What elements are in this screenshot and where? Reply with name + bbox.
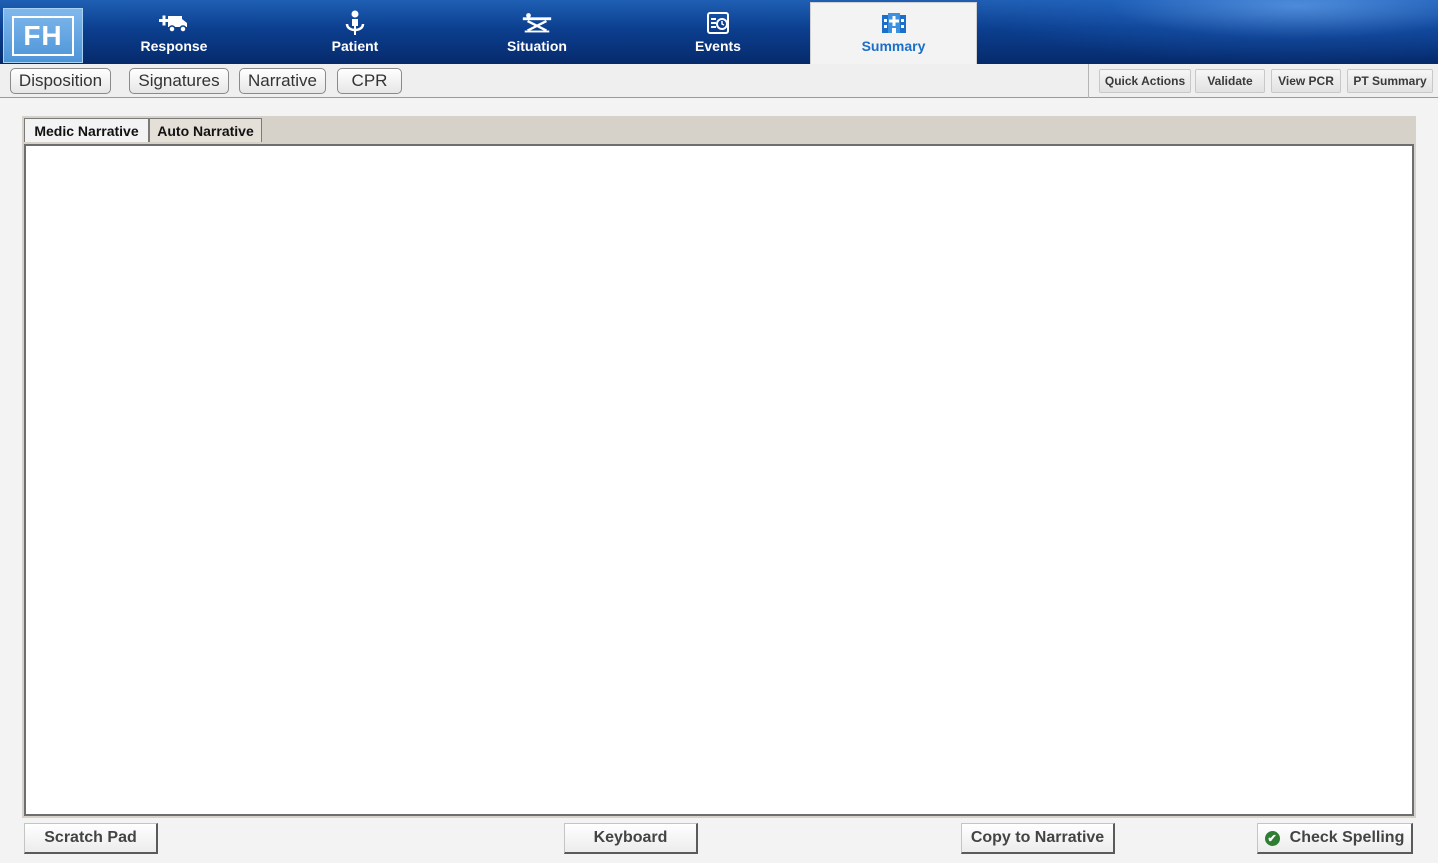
clock-list-icon bbox=[701, 10, 735, 36]
stretcher-icon bbox=[520, 10, 554, 36]
tab-signatures[interactable]: Signatures bbox=[129, 68, 229, 94]
tab-medic-narrative[interactable]: Medic Narrative bbox=[24, 118, 149, 143]
ambulance-icon bbox=[157, 10, 191, 36]
view-pcr-button[interactable]: View PCR bbox=[1271, 69, 1341, 93]
tab-disposition[interactable]: Disposition bbox=[10, 68, 111, 94]
pt-summary-button[interactable]: PT Summary bbox=[1347, 69, 1433, 93]
logo-text: FH bbox=[12, 15, 74, 56]
nav-summary[interactable]: Summary bbox=[810, 2, 977, 64]
hospital-icon bbox=[877, 10, 911, 36]
narrative-text-area[interactable] bbox=[24, 144, 1414, 816]
keyboard-button[interactable]: Keyboard bbox=[564, 823, 698, 854]
nav-patient[interactable]: Patient bbox=[268, 0, 442, 64]
top-navigation-bar: FH Response Patient Situation Events Sum… bbox=[0, 0, 1438, 64]
nav-response-label: Response bbox=[140, 38, 208, 54]
tab-narrative[interactable]: Narrative bbox=[239, 68, 326, 94]
nav-events[interactable]: Events bbox=[632, 0, 804, 64]
quick-actions-button[interactable]: Quick Actions bbox=[1099, 69, 1191, 93]
nav-situation-label: Situation bbox=[507, 38, 567, 54]
check-spelling-label: Check Spelling bbox=[1289, 829, 1405, 846]
quick-actions-group: Quick Actions Validate View PCR PT Summa… bbox=[1088, 64, 1438, 98]
person-icon bbox=[338, 10, 372, 36]
validate-button[interactable]: Validate bbox=[1195, 69, 1265, 93]
header-decoration bbox=[968, 0, 1438, 64]
nav-summary-label: Summary bbox=[861, 38, 926, 54]
copy-to-narrative-button[interactable]: Copy to Narrative bbox=[961, 823, 1115, 854]
summary-subtabs-bar: Disposition Signatures Narrative CPR Qui… bbox=[0, 64, 1438, 98]
check-spelling-button[interactable]: ✔ Check Spelling bbox=[1257, 823, 1413, 854]
scratch-pad-button[interactable]: Scratch Pad bbox=[24, 823, 158, 854]
narrative-editor-frame bbox=[22, 142, 1416, 818]
checkmark-icon: ✔ bbox=[1264, 830, 1280, 846]
nav-events-label: Events bbox=[695, 38, 741, 54]
tab-cpr[interactable]: CPR bbox=[337, 68, 402, 94]
nav-patient-label: Patient bbox=[331, 38, 379, 54]
nav-situation[interactable]: Situation bbox=[450, 0, 624, 64]
tab-auto-narrative[interactable]: Auto Narrative bbox=[149, 118, 262, 143]
app-logo[interactable]: FH bbox=[3, 8, 83, 63]
nav-response[interactable]: Response bbox=[88, 0, 260, 64]
